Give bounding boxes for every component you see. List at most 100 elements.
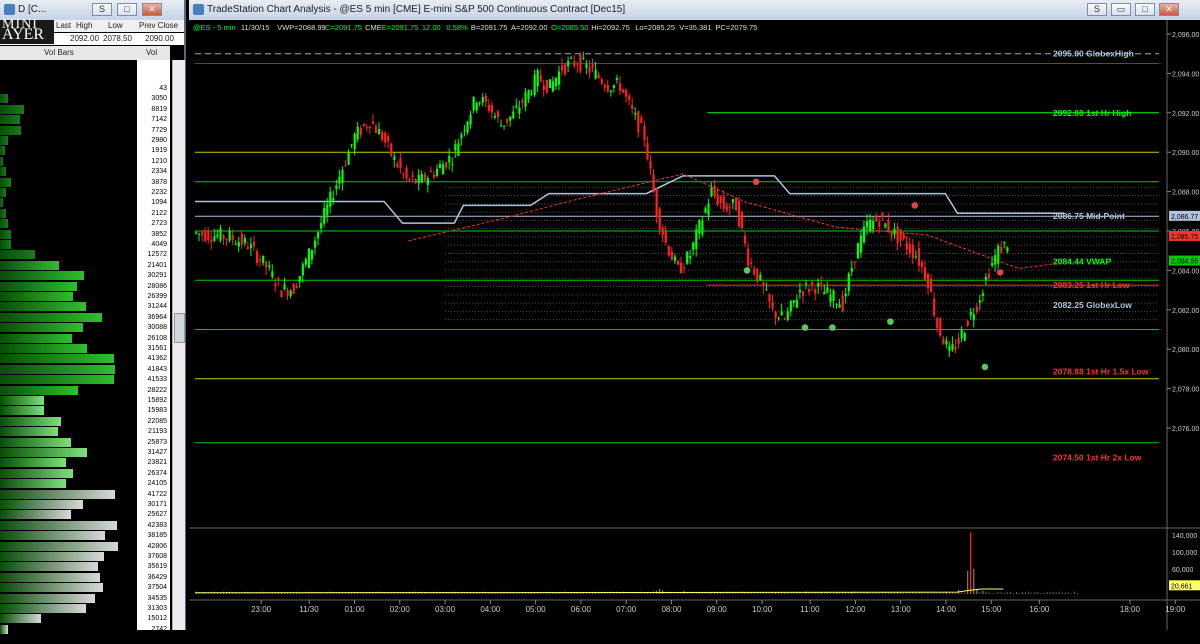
close-button[interactable]: ✕	[142, 3, 162, 16]
candle-body	[612, 85, 616, 88]
candle-body	[347, 151, 350, 165]
volume-tick-label: 100,000	[1172, 550, 1197, 557]
time-tick-label: 06:00	[571, 605, 592, 614]
candle-body	[631, 104, 634, 109]
candle-body	[777, 318, 780, 320]
candle-body	[365, 127, 368, 129]
profile-volume-value: 1210	[151, 157, 167, 165]
chart-minimize-button[interactable]: ▭	[1111, 3, 1131, 16]
info-field: V=35,381	[679, 23, 711, 32]
profile-volume-value: 25627	[147, 511, 167, 519]
candle-body	[542, 85, 545, 90]
level-label: 2084.44 VWAP	[1053, 257, 1111, 267]
candle-body	[600, 79, 603, 84]
candle-body	[344, 165, 347, 167]
profile-volume-bar	[0, 604, 86, 613]
profile-volume-value: 41533	[147, 376, 167, 384]
profile-volume-value: 26108	[147, 334, 167, 342]
candle-body	[533, 74, 536, 96]
info-field: VWP=2088.99	[277, 23, 326, 32]
scrollbar-thumb[interactable]	[174, 313, 185, 343]
candle-body	[469, 114, 472, 125]
profile-volume-value: 30171	[147, 501, 167, 508]
candle-body	[362, 123, 365, 126]
candle-body	[969, 311, 972, 316]
candle-body	[286, 289, 289, 297]
candle-body	[582, 57, 585, 59]
candle-body	[927, 274, 930, 288]
profile-volume-value: 23821	[147, 459, 167, 467]
candle-body	[237, 242, 240, 247]
pivot-high-marker	[752, 178, 760, 186]
profile-volume-bar	[0, 136, 8, 145]
candle-body	[707, 203, 710, 216]
candle-body	[859, 235, 863, 253]
profile-volume-value: 41362	[147, 355, 167, 363]
candle-body	[713, 185, 716, 196]
time-tick-label: 03:00	[435, 605, 456, 614]
pivot-low-marker	[743, 267, 751, 274]
symbol-link-button[interactable]: S	[92, 3, 112, 16]
profile-volume-bar	[0, 552, 104, 561]
profile-volume-value: 1919	[151, 147, 167, 155]
time-tick-label: 12:00	[845, 605, 866, 614]
candle-body	[673, 256, 677, 261]
profile-volume-value: 46	[159, 636, 167, 644]
profile-volume-value: 28222	[147, 386, 167, 394]
profile-volume-value: 2232	[151, 189, 167, 196]
candle-body	[875, 215, 878, 222]
candle-body	[356, 126, 359, 140]
price-tick-label: 2,080.00	[1172, 347, 1199, 354]
profile-volume-bar	[0, 146, 5, 156]
candle-body	[402, 173, 405, 175]
candle-body	[1006, 247, 1009, 252]
candle-body	[262, 255, 265, 263]
price-chart[interactable]: @ES - 5 min 11/30/15 VWP=2088.99 C=2091.75 C…	[189, 20, 1200, 630]
candle-body	[466, 121, 469, 133]
pivot-low-marker	[829, 324, 836, 331]
candle-body	[451, 163, 454, 165]
profile-volume-bar	[0, 583, 103, 593]
chart-window-titlebar[interactable]: TradeStation Chart Analysis - @ES 5 min …	[189, 0, 1200, 21]
candle-body	[603, 85, 606, 88]
candle-body	[335, 185, 338, 190]
candle-body	[622, 89, 625, 93]
candle-body	[481, 96, 484, 103]
chart-symbol-link-button[interactable]: S	[1087, 3, 1107, 16]
profile-volume-bar	[0, 406, 44, 416]
pivot-high-marker	[996, 269, 1004, 276]
profile-volume-bar	[0, 593, 95, 603]
profile-volume-bar	[0, 364, 115, 374]
candle-body	[655, 188, 658, 217]
volume-profile-area: 43 3050 8819 7142 7729 2980 1919 1210 2334 3878 22…	[0, 60, 170, 643]
candle-body	[557, 71, 561, 85]
candle-body	[881, 212, 884, 218]
profile-volume-bar	[0, 354, 114, 364]
candle-body	[435, 168, 439, 176]
time-tick-label: 09:00	[707, 605, 728, 614]
maximize-button[interactable]: □	[117, 3, 137, 16]
profile-volume-bar	[0, 115, 20, 125]
candle-body	[945, 340, 948, 345]
vertical-scrollbar[interactable]	[172, 60, 185, 630]
profile-volume-bar	[0, 188, 6, 197]
chart-close-button[interactable]: ✕	[1159, 3, 1179, 16]
chart-maximize-button[interactable]: □	[1135, 3, 1155, 16]
candle-body	[744, 235, 747, 244]
candle-body	[1000, 246, 1003, 254]
candle-body	[478, 102, 481, 104]
time-tick-label: 14:00	[936, 605, 957, 614]
price-tick-label: 2,092.00	[1172, 111, 1199, 118]
vol-bars-label: Vol Bars	[44, 48, 74, 57]
candle-body	[490, 105, 494, 113]
candle-body	[448, 156, 451, 163]
candle-body	[265, 261, 268, 268]
candle-body	[902, 233, 905, 239]
info-field: Lo=2085.25	[635, 23, 675, 32]
candle-body	[313, 240, 317, 248]
candle-body	[872, 220, 875, 230]
info-field: CME	[365, 23, 382, 32]
candle-body	[701, 220, 704, 235]
candle-body	[588, 66, 591, 73]
profile-volume-bar	[0, 94, 8, 104]
